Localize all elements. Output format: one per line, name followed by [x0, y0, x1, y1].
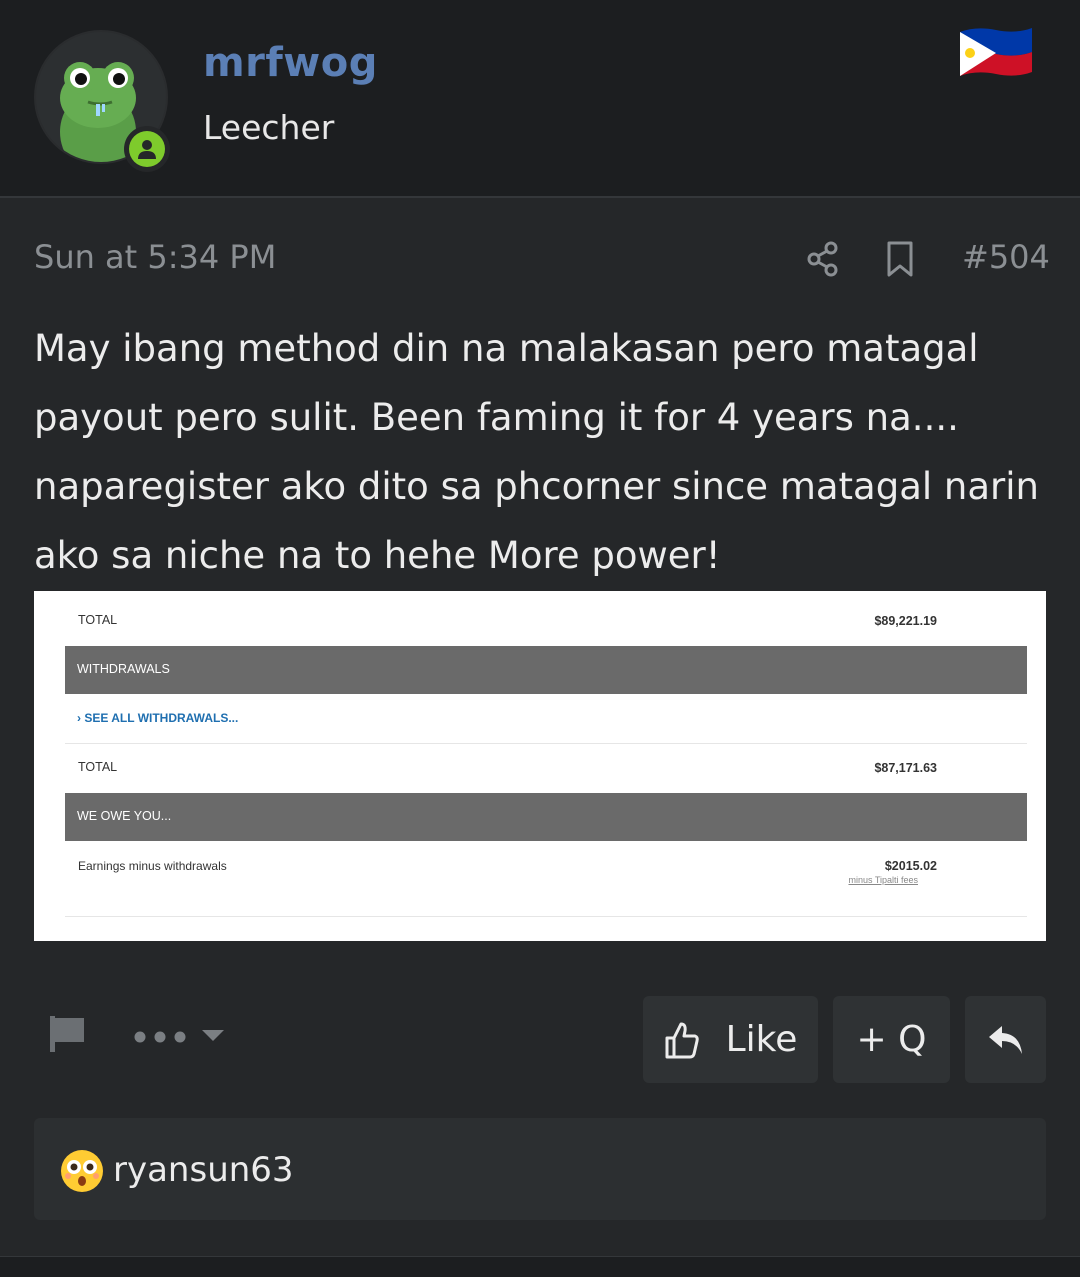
online-status-badge [124, 126, 170, 172]
earnings-value: $2015.02 [884, 859, 937, 873]
withdrawals-header: WITHDRAWALS [65, 646, 1027, 694]
see-all-withdrawals-label: SEE ALL WITHDRAWALS... [84, 711, 239, 725]
post-date[interactable]: Sun at 5:34 PM [34, 238, 276, 276]
philippines-flag-icon [956, 22, 1034, 78]
total-label: TOTAL [78, 613, 118, 627]
user-icon [138, 140, 156, 159]
post-line: naparegister ako dito sa phcorner since … [34, 465, 1039, 508]
bottom-divider [0, 1256, 1080, 1277]
total-value: $89,221.19 [874, 614, 937, 628]
reactions-bar[interactable]: ryansun63 [34, 1118, 1046, 1220]
post-line: May ibang method din na malakasan pero m… [34, 327, 979, 370]
more-options-menu[interactable] [132, 1022, 228, 1052]
like-button[interactable]: Like [643, 996, 818, 1083]
reaction-user-link[interactable]: ryansun63 [113, 1150, 294, 1190]
attached-image[interactable]: TOTAL $89,221.19 WITHDRAWALS › SEE ALL W… [34, 591, 1046, 941]
ellipsis-icon [134, 1030, 224, 1043]
total-value: $87,171.63 [874, 761, 937, 775]
quote-label: + Q [856, 1019, 927, 1060]
like-label: Like [725, 1019, 798, 1060]
post-line: ako sa niche na to hehe More power! [34, 534, 721, 577]
we-owe-you-header: WE OWE YOU... [65, 793, 1027, 841]
avatar[interactable] [34, 30, 170, 172]
bookmark-icon[interactable] [884, 240, 916, 278]
chevron-right-icon: › [77, 711, 81, 725]
thumbs-up-icon [665, 1022, 699, 1058]
we-owe-you-label: WE OWE YOU... [77, 809, 172, 823]
user-header: mrfwog Leecher [0, 0, 1080, 198]
see-all-withdrawals-link[interactable]: › SEE ALL WITHDRAWALS... [77, 711, 238, 725]
divider [65, 743, 1027, 744]
post-line: payout pero sulit. Been faming it for 4 … [34, 396, 959, 439]
post-body: May ibang method din na malakasan pero m… [34, 314, 1054, 590]
earnings-label: Earnings minus withdrawals [78, 859, 227, 873]
flushed-face-icon [59, 1148, 105, 1194]
divider [65, 916, 1027, 917]
reply-arrow-icon [988, 1025, 1022, 1054]
reply-button[interactable] [965, 996, 1046, 1083]
quote-button[interactable]: + Q [833, 996, 950, 1083]
withdrawals-header-label: WITHDRAWALS [77, 662, 170, 676]
username-link[interactable]: mrfwog [203, 40, 378, 86]
share-icon[interactable] [804, 240, 842, 278]
report-flag-icon[interactable] [48, 1014, 86, 1054]
user-title: Leecher [203, 108, 335, 147]
fees-note: minus Tipalti fees [848, 875, 918, 885]
total-label: TOTAL [78, 760, 118, 774]
post-number-link[interactable]: #504 [962, 238, 1050, 276]
